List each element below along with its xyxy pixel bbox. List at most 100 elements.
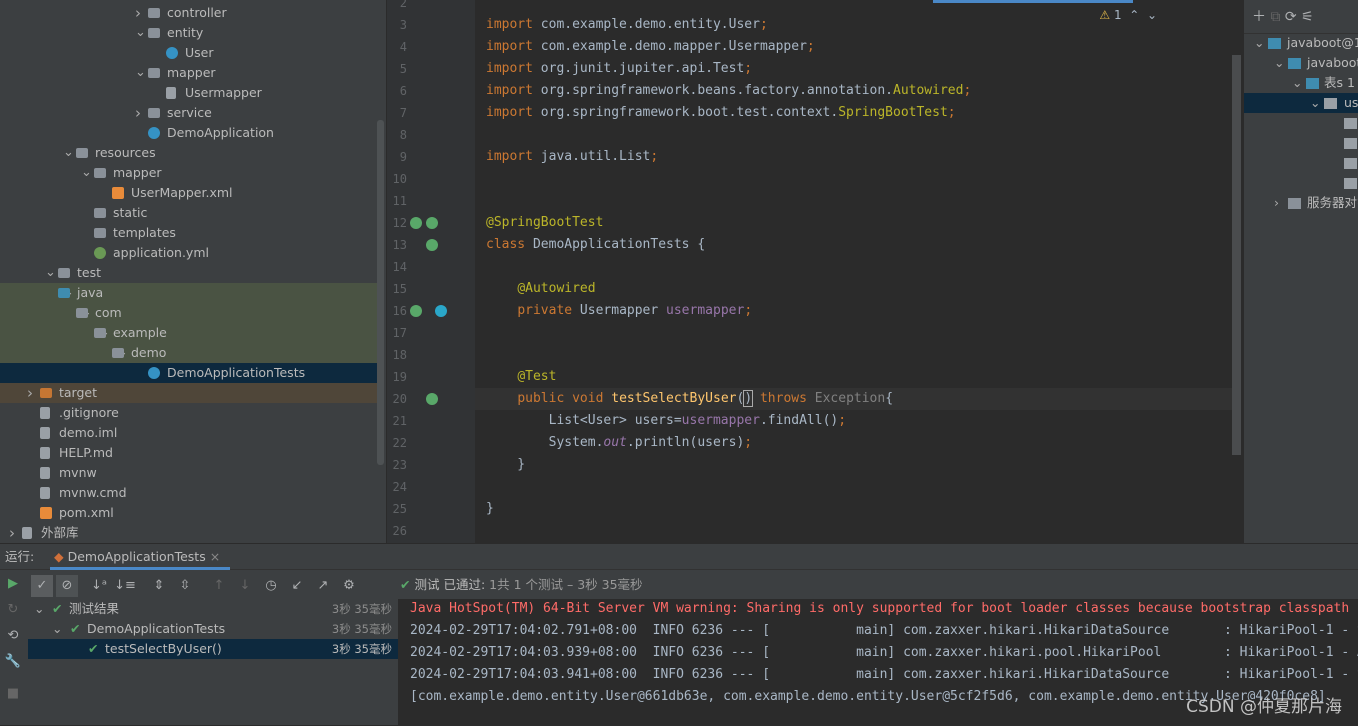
project-tree-item[interactable]: Usermapper [0,83,378,103]
project-tree-item[interactable]: pom.xml [0,503,378,523]
project-tree-item[interactable]: ⌄ resources [0,143,378,163]
code-line[interactable]: import org.springframework.beans.factory… [486,80,971,102]
project-tree-item[interactable]: ⌄demo [0,343,378,363]
code-line[interactable]: import org.junit.jupiter.api.Test; [486,58,752,80]
show-ignored-icon[interactable]: ⊘ [56,575,78,597]
next-failed-icon[interactable]: ↓ [234,575,256,597]
chevron-right-icon[interactable]: › [135,103,145,123]
project-tree-item[interactable]: User [0,43,378,63]
history-icon[interactable]: ◷ [260,575,282,597]
db-tree-item[interactable] [1244,113,1358,133]
code-line[interactable]: @Autowired [486,278,595,300]
run-test-icon[interactable] [426,239,438,251]
run-test-icon[interactable] [426,393,438,405]
chevron-down-icon[interactable]: ⌄ [1254,33,1264,53]
code-line[interactable]: import com.example.demo.mapper.Usermappe… [486,36,815,58]
run-test-icon[interactable] [426,217,438,229]
copy-icon[interactable]: ⧉ [1270,9,1280,25]
code-line[interactable]: @SpringBootTest [486,212,603,234]
run-tab[interactable]: ◆ DemoApplicationTests × [50,544,231,570]
chevron-down-icon[interactable]: ⌄ [45,263,56,283]
project-tree-item[interactable]: ⌄java [0,283,378,303]
code-line[interactable]: class DemoApplicationTests { [486,234,705,256]
code-line[interactable]: } [486,498,494,520]
project-tree-item[interactable]: › target [0,383,378,403]
code-line[interactable]: } [486,454,525,476]
project-tree-item[interactable]: ⌄example [0,323,378,343]
db-tree-item[interactable]: ⌄ 表s 1 [1244,73,1358,93]
db-tree-item[interactable] [1244,153,1358,173]
collapse-all-icon[interactable]: ⇳ [174,575,196,597]
project-tree-item[interactable]: templates [0,223,378,243]
export-icon[interactable]: ↗ [312,575,334,597]
chevron-down-icon[interactable]: ⌄ [63,143,74,163]
spring-bean-icon[interactable] [410,217,422,229]
project-tree-item[interactable]: static [0,203,378,223]
sort-duration-icon[interactable]: ↓≡ [114,575,136,597]
project-tree-item[interactable]: UserMapper.xml [0,183,378,203]
project-scrollbar[interactable] [377,120,384,465]
db-tree-item[interactable]: ⌄ use [1244,93,1358,113]
db-tree-item[interactable]: ⌄ javaboot@1 [1244,33,1358,53]
db-tree-item[interactable] [1244,173,1358,193]
filter-icon[interactable]: ⚟ [1301,9,1314,25]
gear-icon[interactable]: ⚙ [338,575,360,597]
code-line[interactable]: import java.util.List; [486,146,658,168]
project-tree-item[interactable]: mvnw [0,463,378,483]
project-tree-item[interactable]: › service [0,103,378,123]
close-icon[interactable]: × [210,549,220,564]
project-tree-item[interactable]: ⌄ entity [0,23,378,43]
rerun-failed-icon[interactable]: ↻ [2,599,24,621]
db-tree-item[interactable] [1244,133,1358,153]
project-tree-item[interactable]: DemoApplication [0,123,378,143]
code-line[interactable]: private Usermapper usermapper; [486,300,752,322]
prev-failed-icon[interactable]: ↑ [208,575,230,597]
chevron-down-icon[interactable]: ⌄ [81,163,92,183]
test-root[interactable]: ⌄ ✔ 测试结果 3秒 35毫秒 [28,599,398,619]
code-line[interactable]: import com.example.demo.entity.User; [486,14,768,36]
code-line[interactable]: public void testSelectByUser() throws Ex… [486,388,893,410]
project-tree-item[interactable]: mvnw.cmd [0,483,378,503]
chevron-right-icon[interactable]: › [9,523,19,543]
expand-all-icon[interactable]: ⇕ [148,575,170,597]
chevron-right-icon[interactable]: › [1274,193,1279,213]
code-line[interactable]: List<User> users=usermapper.findAll(); [486,410,846,432]
test-class[interactable]: ⌄ ✔ DemoApplicationTests 3秒 35毫秒 [28,619,398,639]
chevron-down-icon[interactable]: ⌄ [1310,93,1320,113]
toggle-auto-test-icon[interactable]: ⟲ [2,625,24,647]
show-passed-icon[interactable]: ✓ [31,575,53,597]
code-line[interactable]: @Test [486,366,556,388]
project-tree-item[interactable]: › controller [0,3,378,23]
refresh-icon[interactable]: ⟳ [1285,9,1297,25]
chevron-down-icon[interactable]: ⌄ [135,63,146,83]
warning-indicator[interactable]: ⚠ 1 ⌃ ⌄ [1099,8,1157,22]
editor-scrollbar[interactable] [1232,55,1241,455]
project-tree-item[interactable]: HELP.md [0,443,378,463]
project-tree-item[interactable]: application.yml [0,243,378,263]
import-icon[interactable]: ↙ [286,575,308,597]
project-tree-item[interactable]: ⌄ mapper [0,63,378,83]
project-tree-item[interactable]: ⌄ test [0,263,378,283]
project-tree-item[interactable]: ⌄ mapper [0,163,378,183]
chevron-right-icon[interactable]: › [135,3,145,23]
project-tree-item[interactable]: DemoApplicationTests [0,363,378,383]
chevron-right-icon[interactable]: › [27,383,37,403]
code-editor[interactable]: 2 3 4 5 6 7 8 9 10 11 12 13 14 15 16 17 18 19 20 21 22 23 24 25… [387,0,1243,543]
mybatis-icon[interactable] [435,305,447,317]
project-tree-item[interactable]: ⌄com [0,303,378,323]
db-tree-item[interactable]: ⌄ javaboot [1244,53,1358,73]
db-tree-item[interactable]: › 服务器对象 [1244,193,1358,213]
add-icon[interactable]: ＋ [1252,9,1266,25]
rerun-icon[interactable]: ▶ [2,573,24,595]
test-method[interactable]: ✔ testSelectByUser() 3秒 35毫秒 [28,639,398,659]
code-line[interactable]: System.out.println(users); [486,432,753,454]
project-tree-item[interactable]: .gitignore [0,403,378,423]
stop-icon[interactable]: ■ [2,683,24,705]
chevron-down-icon[interactable]: ⌄ [1292,73,1302,93]
settings-wrench-icon[interactable]: 🔧 [2,651,24,673]
sort-alpha-icon[interactable]: ↓ᵃ [88,575,110,597]
project-tree-item[interactable]: demo.iml [0,423,378,443]
chevron-down-icon[interactable]: ⌄ [135,23,146,43]
chevron-down-icon[interactable]: ⌄ [1274,53,1284,73]
project-tree-item[interactable]: › 外部库 [0,523,378,543]
